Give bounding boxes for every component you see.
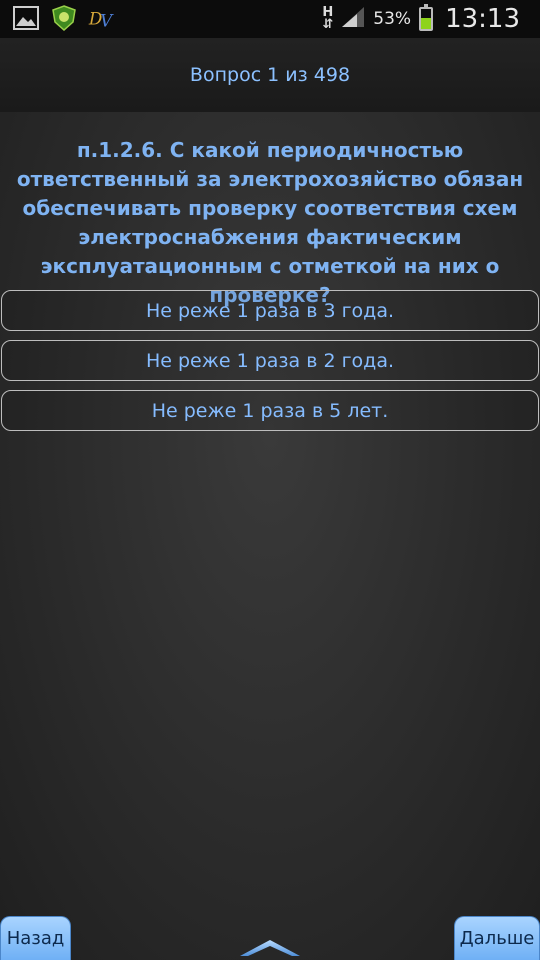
- battery-percent: 53%: [373, 9, 412, 29]
- app-logo-icon: D V: [88, 4, 116, 32]
- title-bar: Вопрос 1 из 498: [0, 38, 540, 112]
- gallery-icon: [12, 4, 40, 32]
- status-bar: D V H ⇵ 53% 13:13: [0, 0, 540, 38]
- question-text: п.1.2.6. С какой периодичностью ответств…: [16, 138, 524, 307]
- clock: 13:13: [445, 4, 520, 34]
- chevron-up-icon[interactable]: [240, 936, 300, 958]
- answer-list: Не реже 1 раза в 3 года. Не реже 1 раза …: [0, 290, 540, 440]
- battery-level: [421, 18, 432, 29]
- svg-text:V: V: [100, 10, 114, 30]
- answer-option-2[interactable]: Не реже 1 раза в 2 года.: [1, 340, 539, 381]
- back-button[interactable]: Назад: [0, 916, 71, 960]
- notification-icons: D V: [12, 4, 116, 32]
- data-arrows-icon: ⇵: [322, 17, 334, 32]
- signal-icon: [341, 6, 365, 32]
- next-button[interactable]: Дальше: [454, 916, 540, 960]
- app-shield-icon: [50, 4, 78, 32]
- system-indicators: H ⇵ 53% 13:13: [322, 0, 520, 38]
- answer-option-1[interactable]: Не реже 1 раза в 3 года.: [1, 290, 539, 331]
- battery-icon: [419, 4, 434, 31]
- answer-option-3[interactable]: Не реже 1 раза в 5 лет.: [1, 390, 539, 431]
- network-type: H ⇵: [322, 6, 334, 32]
- page-title: Вопрос 1 из 498: [189, 64, 351, 86]
